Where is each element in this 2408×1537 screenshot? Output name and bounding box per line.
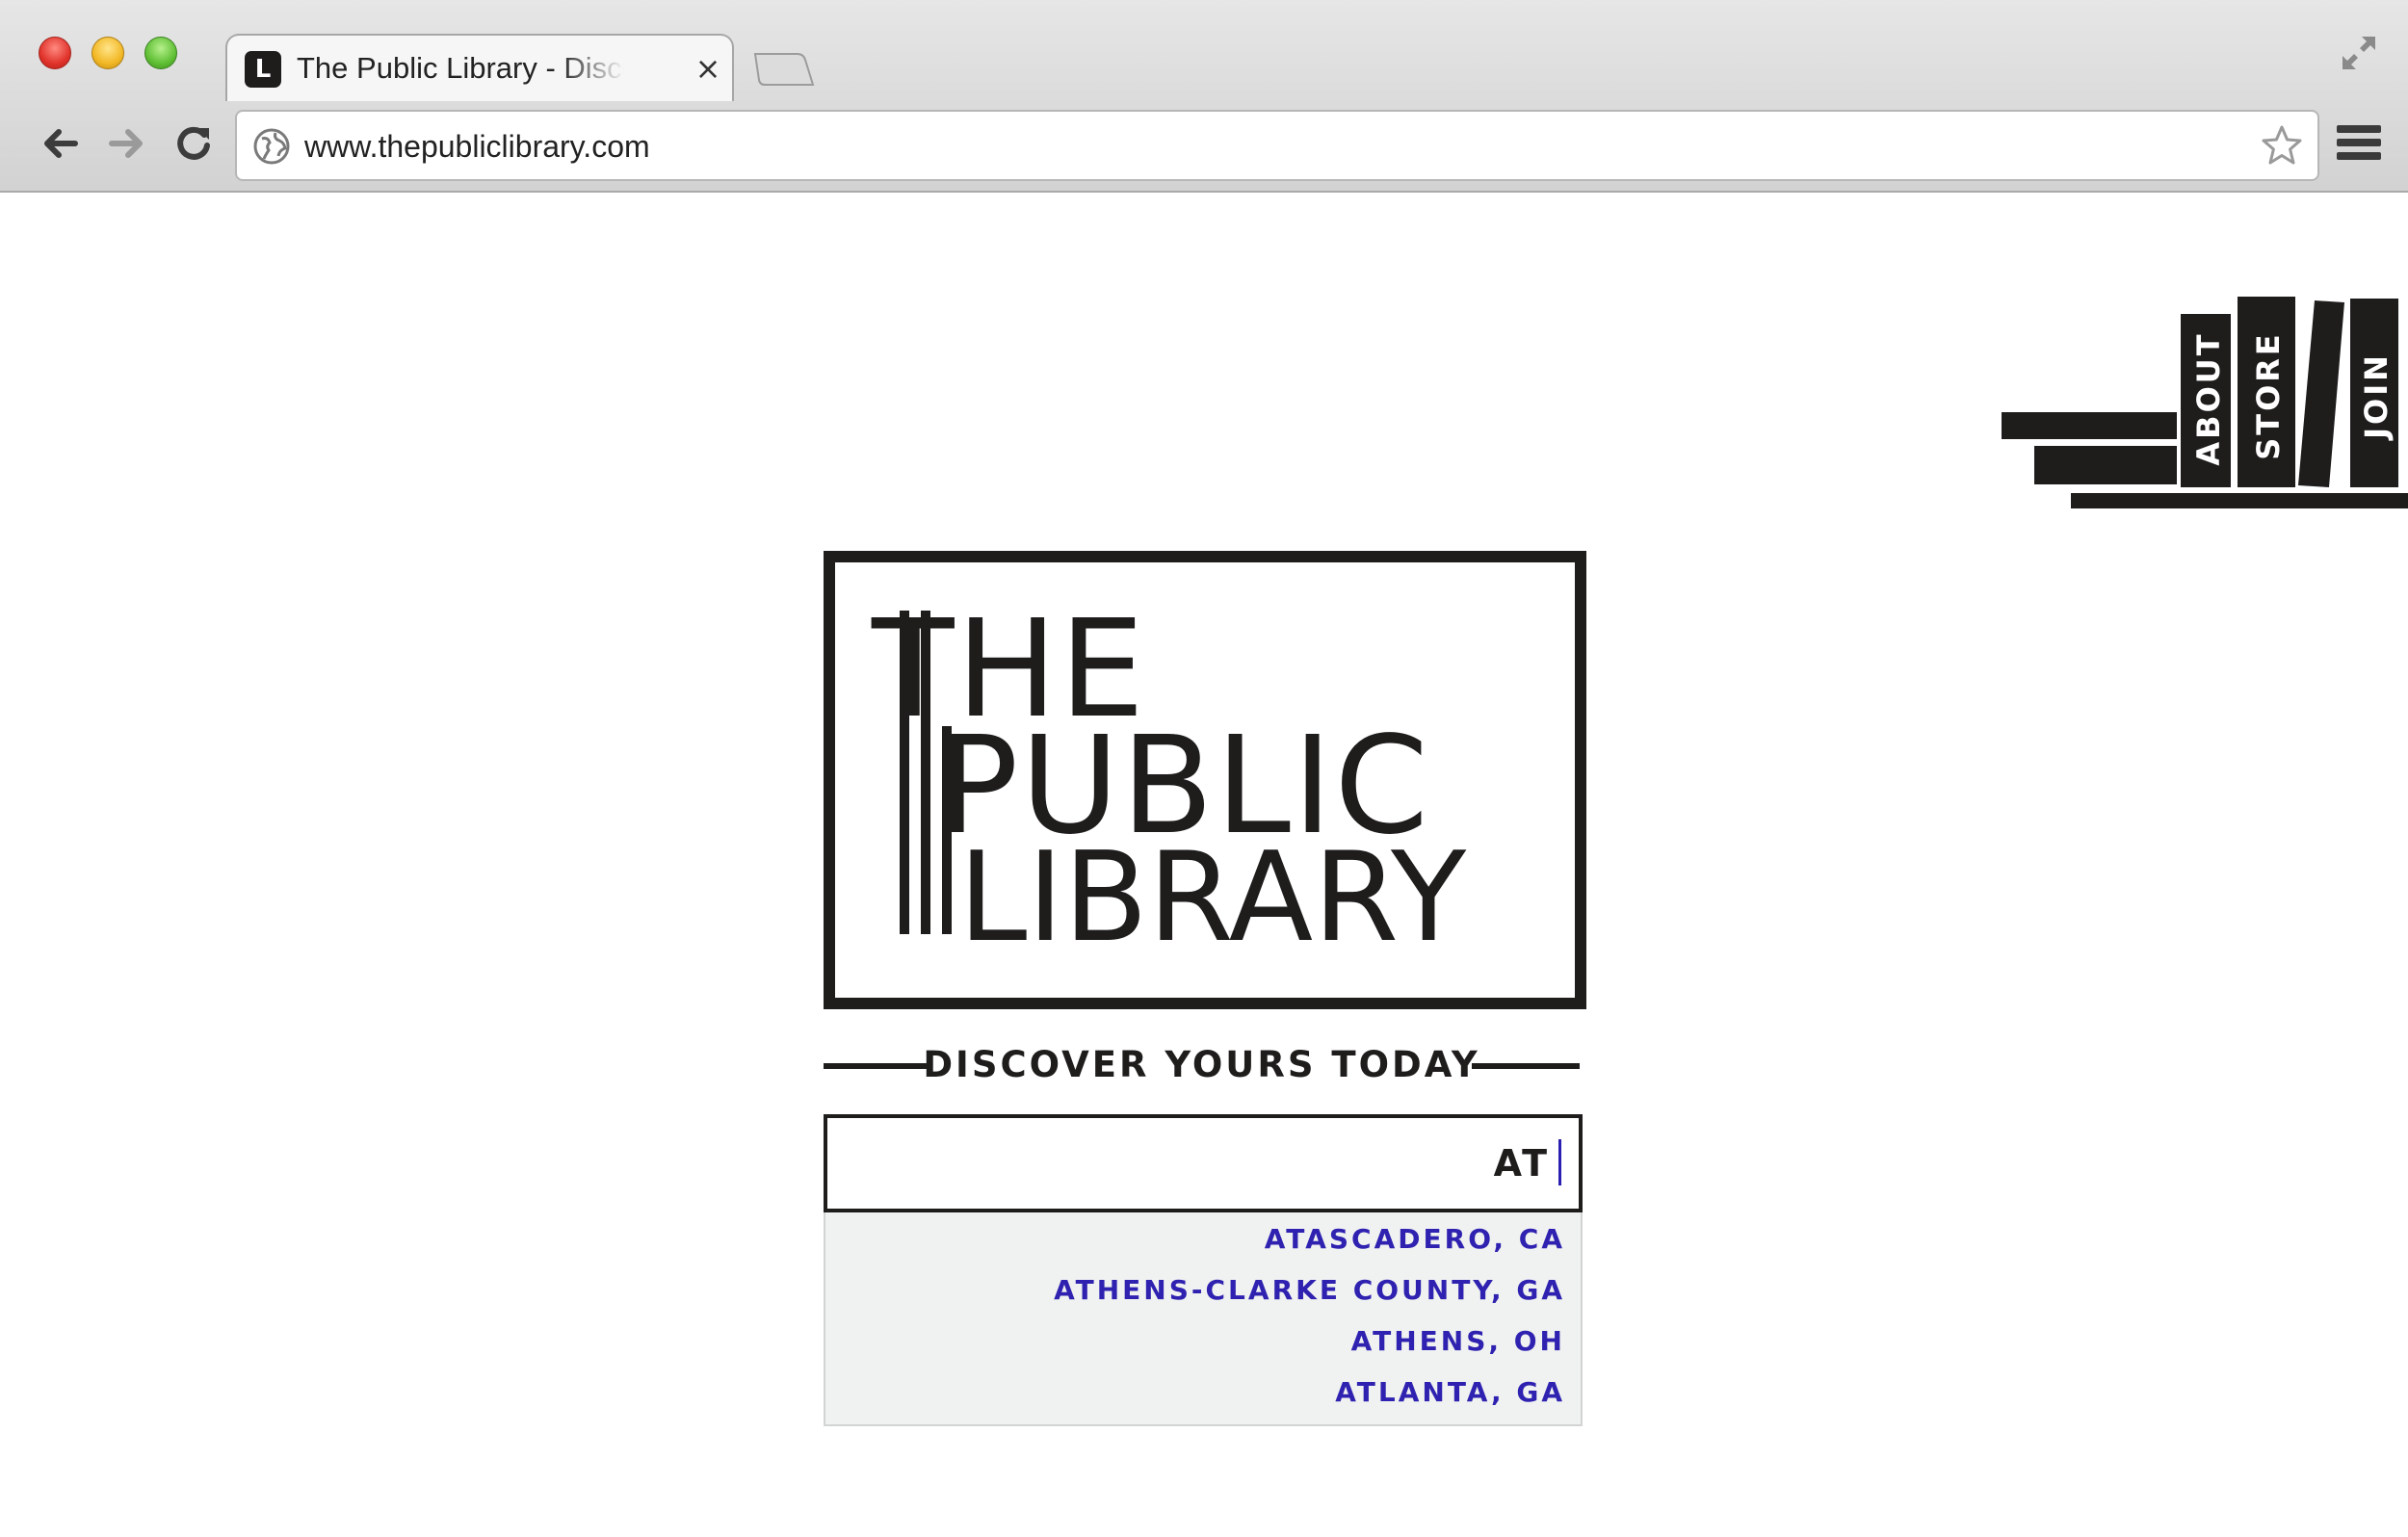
logo-line-library: LIBRARY: [958, 826, 1467, 970]
browser-toolbar: www.thepubliclibrary.com: [0, 100, 2408, 191]
nav-about-link[interactable]: ABOUT: [2190, 331, 2227, 465]
zoom-window-button[interactable]: [144, 37, 177, 69]
suggestion-item[interactable]: ATLANTA, GA: [1335, 1371, 1565, 1414]
new-tab-button[interactable]: [751, 52, 815, 87]
library-logo: THE PUBLIC LIBRARY: [824, 551, 1586, 1009]
browser-tab[interactable]: L The Public Library - Discover ×: [225, 34, 734, 101]
suggestion-item[interactable]: ATASCADERO, CA: [1265, 1218, 1565, 1261]
fullscreen-icon[interactable]: [2339, 33, 2379, 73]
tagline: DISCOVER YOURS TODAY: [923, 1044, 1480, 1085]
forward-arrow-icon[interactable]: [102, 119, 150, 168]
minimize-window-button[interactable]: [92, 37, 124, 69]
address-bar[interactable]: www.thepubliclibrary.com: [235, 110, 2319, 181]
close-window-button[interactable]: [39, 37, 71, 69]
menu-icon[interactable]: [2337, 125, 2381, 164]
text-caret: [1558, 1139, 1561, 1185]
suggestion-item[interactable]: ATHENS, OH: [1351, 1320, 1565, 1363]
autocomplete-dropdown: ATASCADERO, CA ATHENS-CLARKE COUNTY, GA …: [824, 1212, 1583, 1426]
tagline-row: DISCOVER YOURS TODAY: [824, 1040, 1580, 1088]
search-input-value: AT: [1493, 1142, 1550, 1185]
shelf-plank-icon: [2071, 493, 2408, 508]
tab-close-icon[interactable]: ×: [694, 49, 722, 88]
nav-join-link[interactable]: JOIN: [2358, 352, 2395, 439]
tagline-rule-right: [1472, 1063, 1580, 1069]
reload-icon[interactable]: [170, 119, 218, 168]
location-search-input[interactable]: AT: [824, 1114, 1583, 1212]
leaning-book-icon: [2298, 300, 2344, 487]
lying-book-bottom-icon: [2034, 446, 2177, 484]
nav-store-link[interactable]: STORE: [2250, 331, 2287, 460]
back-arrow-icon[interactable]: [37, 119, 85, 168]
suggestion-item[interactable]: ATHENS-CLARKE COUNTY, GA: [1054, 1269, 1565, 1312]
browser-chrome: L The Public Library - Discover ×: [0, 0, 2408, 193]
globe-icon: [253, 128, 290, 165]
tab-strip: L The Public Library - Discover ×: [0, 0, 2408, 101]
url-text[interactable]: www.thepubliclibrary.com: [304, 126, 650, 167]
bookmark-star-icon[interactable]: [2260, 123, 2304, 168]
tab-title: The Public Library - Discover: [297, 51, 624, 85]
lying-book-top-icon: [2002, 412, 2177, 439]
favicon-icon: L: [245, 51, 281, 88]
